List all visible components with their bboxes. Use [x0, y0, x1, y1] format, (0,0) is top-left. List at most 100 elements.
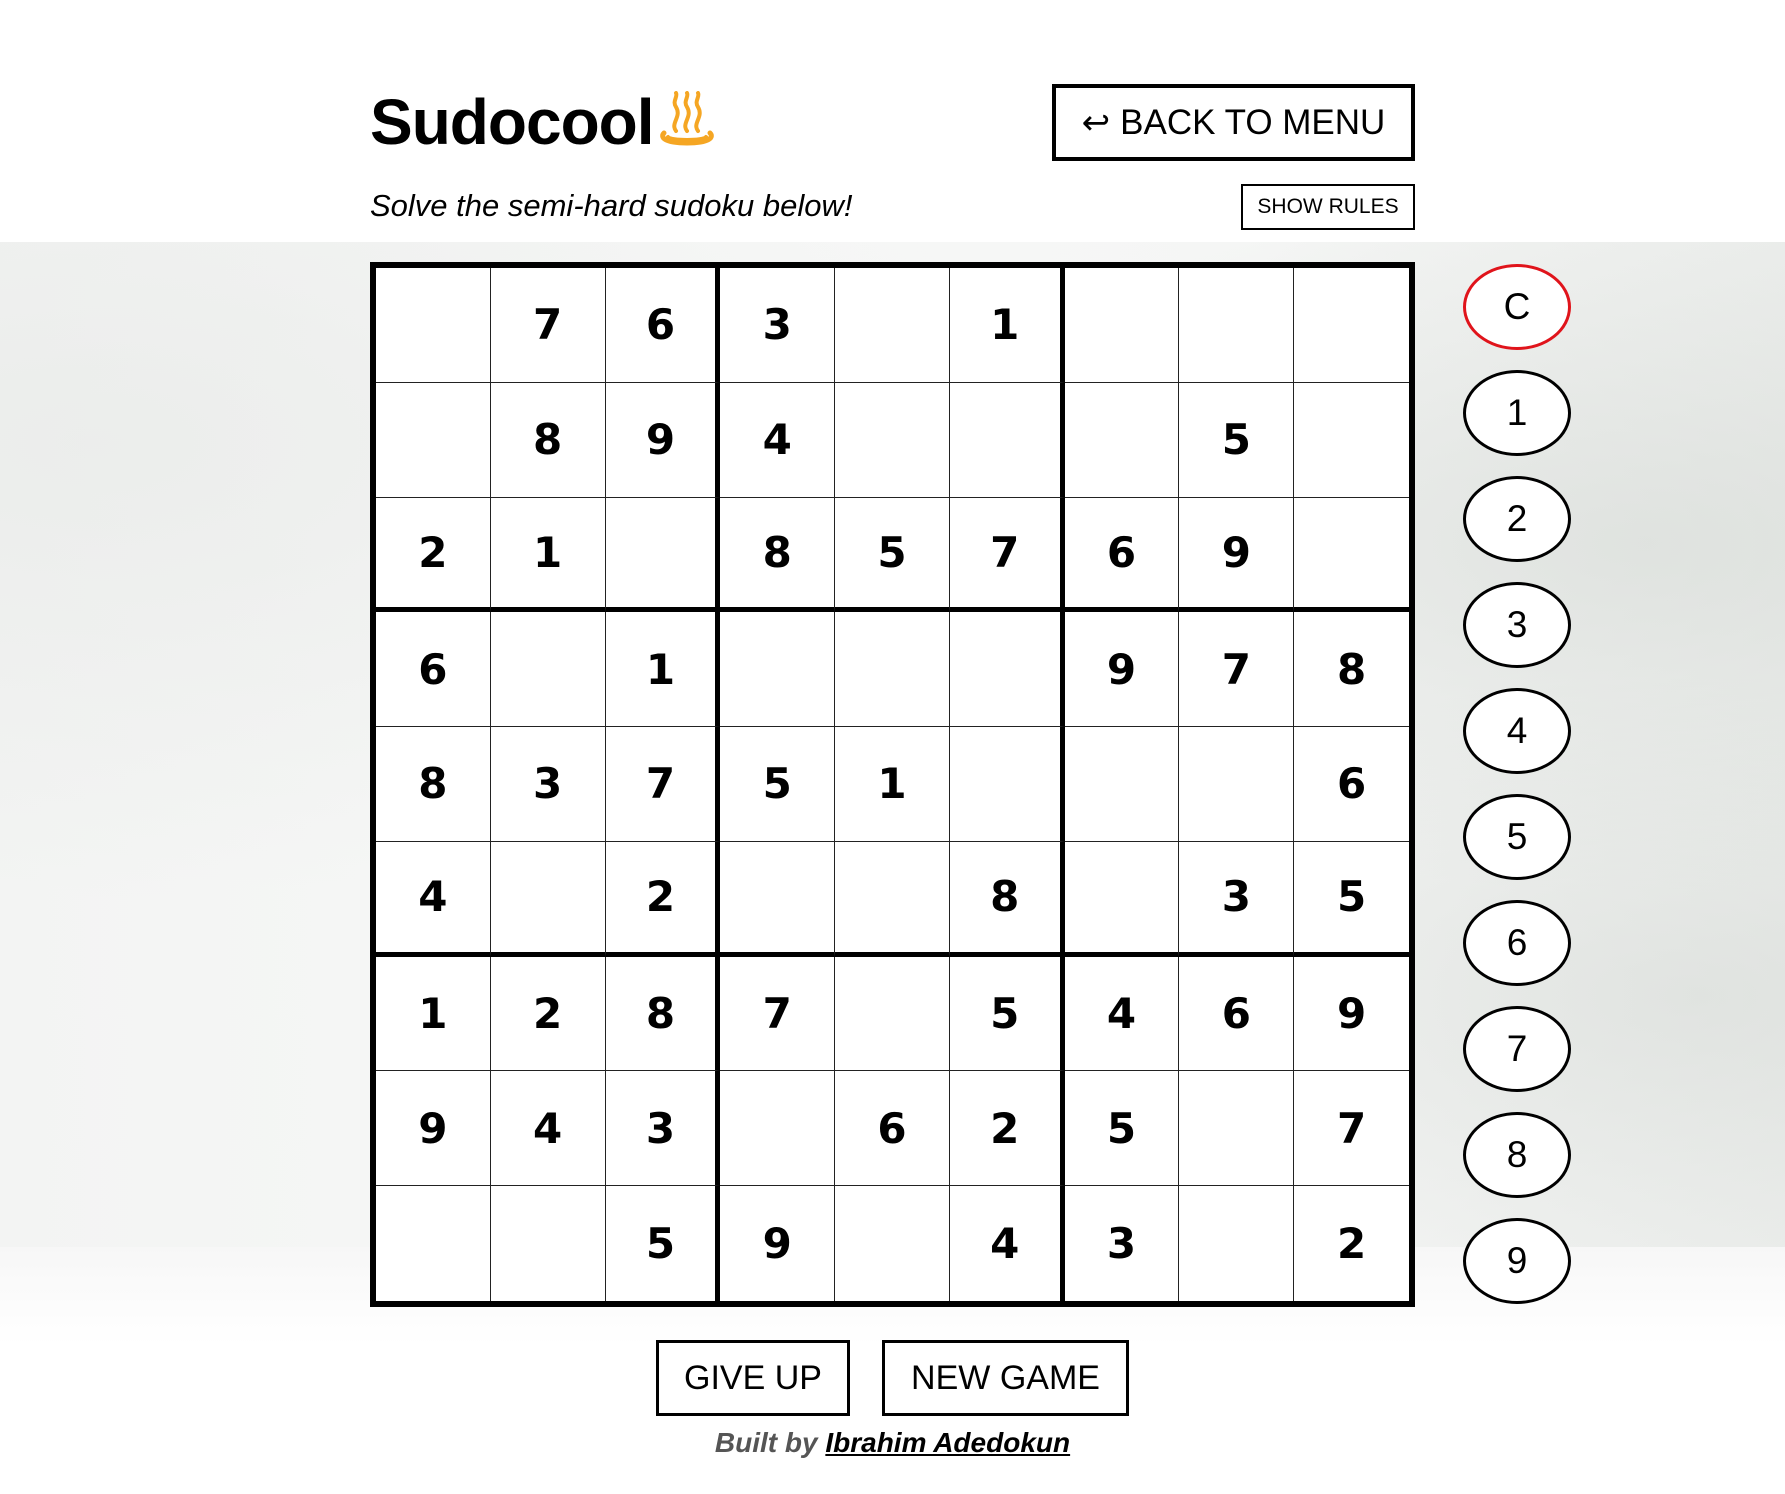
- sudoku-cell[interactable]: 6: [835, 1071, 950, 1187]
- sudoku-cell[interactable]: 1: [376, 956, 491, 1072]
- sudoku-cell[interactable]: [376, 268, 491, 383]
- sudoku-cell[interactable]: [1294, 382, 1409, 498]
- sudoku-cell[interactable]: [490, 612, 606, 728]
- sudoku-cell[interactable]: 2: [605, 841, 721, 957]
- sudoku-cell[interactable]: [720, 612, 836, 728]
- sudoku-cell[interactable]: [835, 956, 950, 1072]
- sudoku-cell[interactable]: 5: [1179, 382, 1295, 498]
- number-picker-button-4[interactable]: 4: [1463, 688, 1571, 774]
- sudoku-cell[interactable]: 6: [376, 612, 491, 728]
- sudoku-cell[interactable]: [1064, 727, 1180, 842]
- sudoku-cell[interactable]: 8: [949, 841, 1065, 957]
- sudoku-cell[interactable]: [949, 382, 1065, 498]
- sudoku-cell[interactable]: 7: [605, 727, 721, 842]
- sudoku-cell[interactable]: 8: [720, 497, 836, 613]
- sudoku-cell[interactable]: [720, 841, 836, 957]
- sudoku-cell[interactable]: [376, 382, 491, 498]
- sudoku-cell[interactable]: 3: [605, 1071, 721, 1187]
- sudoku-cell[interactable]: 8: [1294, 612, 1409, 728]
- sudoku-cell[interactable]: [835, 841, 950, 957]
- sudoku-cell[interactable]: 5: [1064, 1071, 1180, 1187]
- sudoku-cell[interactable]: [1294, 497, 1409, 613]
- number-picker-button-9[interactable]: 9: [1463, 1218, 1571, 1304]
- sudoku-cell[interactable]: 2: [490, 956, 606, 1072]
- sudoku-cell[interactable]: 4: [490, 1071, 606, 1187]
- sudoku-cell[interactable]: 1: [490, 497, 606, 613]
- number-picker-button-1[interactable]: 1: [1463, 370, 1571, 456]
- sudoku-cell[interactable]: 4: [1064, 956, 1180, 1072]
- clear-picker-button[interactable]: C: [1463, 264, 1571, 350]
- sudoku-cell[interactable]: 8: [490, 382, 606, 498]
- sudoku-cell[interactable]: [1064, 268, 1180, 383]
- sudoku-cell[interactable]: 9: [1179, 497, 1295, 613]
- sudoku-cell[interactable]: 3: [1064, 1186, 1180, 1301]
- new-game-button[interactable]: NEW GAME: [882, 1340, 1129, 1416]
- sudoku-cell[interactable]: 5: [605, 1186, 721, 1301]
- number-picker-button-5[interactable]: 5: [1463, 794, 1571, 880]
- sudoku-cell[interactable]: 9: [1294, 956, 1409, 1072]
- sudoku-cell[interactable]: 1: [605, 612, 721, 728]
- sudoku-cell[interactable]: [1179, 1186, 1295, 1301]
- sudoku-cell[interactable]: 5: [949, 956, 1065, 1072]
- number-picker-button-3[interactable]: 3: [1463, 582, 1571, 668]
- sudoku-cell[interactable]: 5: [720, 727, 836, 842]
- sudoku-cell[interactable]: 7: [1179, 612, 1295, 728]
- sudoku-cell[interactable]: 6: [1179, 956, 1295, 1072]
- sudoku-cell[interactable]: 4: [720, 382, 836, 498]
- sudoku-cell[interactable]: [376, 1186, 491, 1301]
- sudoku-cell[interactable]: 1: [949, 268, 1065, 383]
- sudoku-cell[interactable]: [490, 1186, 606, 1301]
- sudoku-cell[interactable]: 4: [376, 841, 491, 957]
- sudoku-cell[interactable]: [1179, 1071, 1295, 1187]
- sudoku-cell[interactable]: 5: [835, 497, 950, 613]
- sudoku-cell[interactable]: 6: [605, 268, 721, 383]
- sudoku-cell[interactable]: 9: [1064, 612, 1180, 728]
- sudoku-cell[interactable]: [605, 497, 721, 613]
- sudoku-cell[interactable]: [490, 841, 606, 957]
- sudoku-cell[interactable]: 7: [1294, 1071, 1409, 1187]
- sudoku-cell[interactable]: 4: [949, 1186, 1065, 1301]
- sudoku-cell[interactable]: 6: [1294, 727, 1409, 842]
- sudoku-cell[interactable]: [835, 382, 950, 498]
- sudoku-cell[interactable]: [949, 612, 1065, 728]
- give-up-button[interactable]: GIVE UP: [656, 1340, 850, 1416]
- sudoku-cell[interactable]: 1: [835, 727, 950, 842]
- sudoku-cell[interactable]: [1179, 727, 1295, 842]
- sudoku-cell[interactable]: 3: [490, 727, 606, 842]
- sudoku-cell[interactable]: [835, 612, 950, 728]
- subtitle: Solve the semi-hard sudoku below!: [370, 188, 853, 223]
- sudoku-cell[interactable]: 7: [720, 956, 836, 1072]
- sudoku-cell[interactable]: 6: [1064, 497, 1180, 613]
- number-picker-button-6[interactable]: 6: [1463, 900, 1571, 986]
- number-picker-button-2[interactable]: 2: [1463, 476, 1571, 562]
- sudoku-cell[interactable]: [720, 1071, 836, 1187]
- sudoku-cell[interactable]: [949, 727, 1065, 842]
- sudoku-cell[interactable]: [1179, 268, 1295, 383]
- sudoku-cell[interactable]: 2: [1294, 1186, 1409, 1301]
- sudoku-cell[interactable]: [1064, 382, 1180, 498]
- sudoku-cell[interactable]: 9: [605, 382, 721, 498]
- sudoku-cell[interactable]: 9: [376, 1071, 491, 1187]
- sudoku-cell[interactable]: 7: [490, 268, 606, 383]
- sudoku-cell[interactable]: 8: [605, 956, 721, 1072]
- sudoku-cell[interactable]: 9: [720, 1186, 836, 1301]
- back-to-menu-label: BACK TO MENU: [1120, 102, 1386, 142]
- number-picker-button-7[interactable]: 7: [1463, 1006, 1571, 1092]
- footer-credit: Built by Ibrahim Adedokun: [0, 1427, 1785, 1459]
- sudoku-cell[interactable]: [835, 268, 950, 383]
- back-to-menu-button[interactable]: ↩ BACK TO MENU: [1052, 84, 1415, 161]
- sudoku-cell[interactable]: [1064, 841, 1180, 957]
- author-link[interactable]: Ibrahim Adedokun: [825, 1427, 1070, 1458]
- sudoku-cell[interactable]: 3: [1179, 841, 1295, 957]
- sudoku-cell[interactable]: 5: [1294, 841, 1409, 957]
- sudoku-cell[interactable]: [1294, 268, 1409, 383]
- sudoku-cell[interactable]: 2: [376, 497, 491, 613]
- number-picker-button-8[interactable]: 8: [1463, 1112, 1571, 1198]
- sudoku-cell[interactable]: 8: [376, 727, 491, 842]
- sudoku-cell[interactable]: 2: [949, 1071, 1065, 1187]
- sudoku-cell[interactable]: [835, 1186, 950, 1301]
- sudoku-cell[interactable]: 3: [720, 268, 836, 383]
- show-rules-button[interactable]: SHOW RULES: [1241, 184, 1415, 230]
- sudoku-cell[interactable]: 7: [949, 497, 1065, 613]
- hot-springs-icon: [658, 91, 716, 153]
